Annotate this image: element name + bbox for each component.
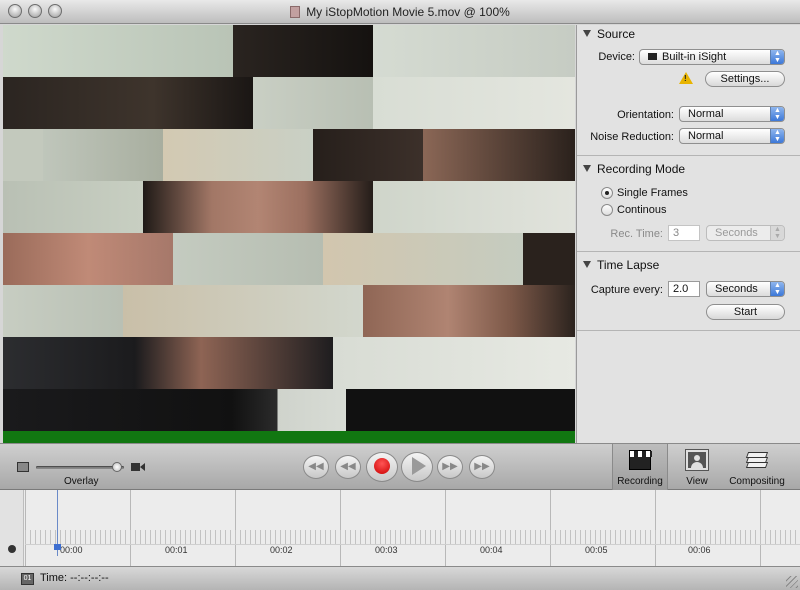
overlay-label: Overlay [64, 476, 99, 487]
video-strip [3, 77, 575, 129]
continuous-label: Continous [617, 204, 667, 216]
view-tool-button[interactable]: View [672, 444, 722, 490]
clock-icon [8, 545, 16, 553]
app-window: My iStopMotion Movie 5.mov @ 100% Source… [0, 0, 800, 590]
rec-time-field[interactable]: 3 [668, 225, 700, 241]
settings-button[interactable]: Settings... [705, 71, 785, 87]
clapperboard-icon [629, 450, 652, 470]
skip-back-icon: ◀◀ [308, 461, 324, 472]
single-frames-radio[interactable] [601, 187, 613, 199]
resize-grip-icon[interactable] [786, 576, 798, 588]
transport-toolbar: Overlay ◀◀ ◀◀ ▶▶ ▶▶ Recording View Compo… [0, 443, 800, 490]
overlay-slider[interactable] [36, 466, 124, 469]
video-preview[interactable] [3, 25, 575, 443]
timeline-gutter [0, 490, 24, 566]
source-heading[interactable]: Source [583, 27, 635, 41]
time-label: 00:01 [165, 545, 188, 555]
video-camera-icon [131, 462, 145, 472]
record-icon [374, 458, 390, 475]
time-readout: Time: --:--:--:-- [40, 572, 109, 584]
video-strip [3, 389, 575, 431]
time-label: 00:00 [60, 545, 83, 555]
go-to-end-button[interactable]: ▶▶ [469, 455, 495, 479]
video-strip [3, 129, 575, 181]
video-strip [3, 25, 575, 77]
video-strip [3, 337, 575, 389]
play-icon [412, 457, 426, 476]
rec-time-label: Rec. Time: [610, 228, 663, 240]
capture-every-label: Capture every: [590, 284, 663, 296]
time-label: 00:04 [480, 545, 503, 555]
film-icon [17, 462, 29, 472]
recording-progress-bar [3, 431, 575, 443]
recording-tool-button[interactable]: Recording [612, 444, 668, 490]
time-label: 00:05 [585, 545, 608, 555]
skip-forward-icon: ▶▶ [474, 461, 490, 472]
overlay-slider-knob[interactable] [111, 462, 122, 472]
status-bar: 01 Time: --:--:--:-- [0, 566, 800, 590]
recording-mode-section: Recording Mode Single Frames Continous R… [577, 157, 800, 252]
rewind-icon: ◀◀ [340, 461, 356, 472]
frame-ticks [25, 530, 800, 544]
inspector-panel: Source Device: Built-in iSight ▲ ▼ ! Sett… [576, 25, 800, 443]
popup-arrows-icon: ▲ ▼ [770, 282, 784, 296]
orientation-label: Orientation: [617, 109, 674, 121]
video-strip [3, 285, 575, 337]
camera-icon [648, 53, 657, 60]
timeline[interactable]: 00:00 00:01 00:02 00:03 00:04 00:05 00:0… [0, 490, 800, 566]
step-back-button[interactable]: ◀◀ [335, 455, 361, 479]
frame-counter-icon[interactable]: 01 [21, 573, 34, 585]
single-frames-label: Single Frames [617, 187, 688, 199]
source-section: Source Device: Built-in iSight ▲ ▼ ! Sett… [577, 25, 800, 156]
noise-reduction-popup[interactable]: Normal ▲ ▼ [679, 128, 785, 144]
orientation-popup[interactable]: Normal ▲ ▼ [679, 106, 785, 122]
capture-interval-field[interactable]: 2.0 [668, 281, 700, 297]
video-strip [3, 233, 575, 285]
play-button[interactable] [401, 452, 433, 482]
time-label: 00:03 [375, 545, 398, 555]
disclosure-triangle-icon [583, 30, 591, 37]
popup-arrows-icon: ▲ ▼ [770, 50, 784, 64]
popup-arrows-icon: ▲ ▼ [770, 226, 784, 240]
noise-reduction-label: Noise Reduction: [590, 131, 674, 143]
step-forward-button[interactable]: ▶▶ [437, 455, 463, 479]
go-to-start-button[interactable]: ◀◀ [303, 455, 329, 479]
start-button[interactable]: Start [706, 304, 785, 320]
popup-arrows-icon: ▲ ▼ [770, 107, 784, 121]
time-lapse-heading[interactable]: Time Lapse [583, 258, 659, 272]
capture-unit-popup[interactable]: Seconds ▲ ▼ [706, 281, 785, 297]
view-person-icon [686, 450, 708, 470]
disclosure-triangle-icon [583, 261, 591, 268]
device-popup[interactable]: Built-in iSight ▲ ▼ [639, 49, 785, 65]
device-label: Device: [598, 51, 635, 63]
time-ruler [25, 544, 800, 556]
window-title: My iStopMotion Movie 5.mov @ 100% [306, 5, 510, 19]
fast-forward-icon: ▶▶ [442, 461, 458, 472]
movie-document-icon [290, 6, 301, 18]
continuous-radio[interactable] [601, 204, 613, 216]
time-label: 00:06 [688, 545, 711, 555]
disclosure-triangle-icon [583, 165, 591, 172]
playhead-handle[interactable] [54, 544, 61, 550]
time-lapse-section: Time Lapse Capture every: 2.0 Seconds ▲ ▼… [577, 253, 800, 331]
title-bar: My iStopMotion Movie 5.mov @ 100% [0, 0, 800, 24]
warning-icon: ! [679, 72, 693, 84]
compositing-tool-button[interactable]: Compositing [726, 444, 788, 490]
window-title-wrap: My iStopMotion Movie 5.mov @ 100% [0, 0, 800, 24]
popup-arrows-icon: ▲ ▼ [770, 129, 784, 143]
record-button[interactable] [366, 452, 398, 482]
rec-time-unit-popup[interactable]: Seconds ▲ ▼ [706, 225, 785, 241]
video-strip [3, 181, 575, 233]
recording-mode-heading[interactable]: Recording Mode [583, 162, 685, 176]
layers-stack-icon [745, 450, 769, 470]
time-label: 00:02 [270, 545, 293, 555]
